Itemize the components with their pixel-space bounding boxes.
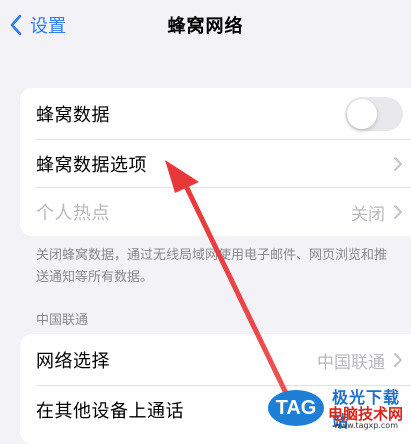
page-title: 蜂窝网络	[167, 16, 244, 37]
cellular-settings-group: 蜂窝数据 蜂窝数据选项 个人热点 关闭	[20, 88, 411, 236]
cellular-data-row[interactable]: 蜂窝数据	[20, 90, 411, 138]
personal-hotspot-row[interactable]: 个人热点 关闭	[20, 188, 411, 236]
chevron-right-icon	[393, 156, 403, 172]
network-selection-label: 网络选择	[36, 351, 110, 372]
personal-hotspot-label: 个人热点	[36, 203, 110, 224]
calls-on-other-devices-label: 在其他设备上通话	[36, 401, 184, 422]
network-selection-row[interactable]: 网络选择 中国联通	[20, 336, 411, 384]
personal-hotspot-value: 关闭	[351, 204, 385, 225]
cellular-data-options-label: 蜂窝数据选项	[36, 155, 147, 176]
watermark-logo: TAG 极光下载站 电脑技术网 www.tagxp.com	[266, 384, 411, 431]
cellular-data-footnote: 关闭蜂窝数据，通过无线局域网使用电子邮件、网页浏览和推送通知等所有数据。	[36, 248, 388, 285]
cellular-data-toggle[interactable]	[345, 97, 403, 131]
toggle-knob	[347, 99, 377, 129]
cellular-data-label: 蜂窝数据	[36, 105, 110, 126]
chevron-right-icon	[393, 352, 403, 368]
carrier-section-header: 中国联通	[36, 313, 89, 328]
navigation-bar: 设置 蜂窝网络	[0, 0, 411, 50]
cellular-data-options-row[interactable]: 蜂窝数据选项	[20, 140, 411, 188]
watermark-tag: TAG	[268, 390, 324, 426]
network-selection-value: 中国联通	[317, 352, 385, 373]
chevron-right-icon	[393, 204, 403, 220]
